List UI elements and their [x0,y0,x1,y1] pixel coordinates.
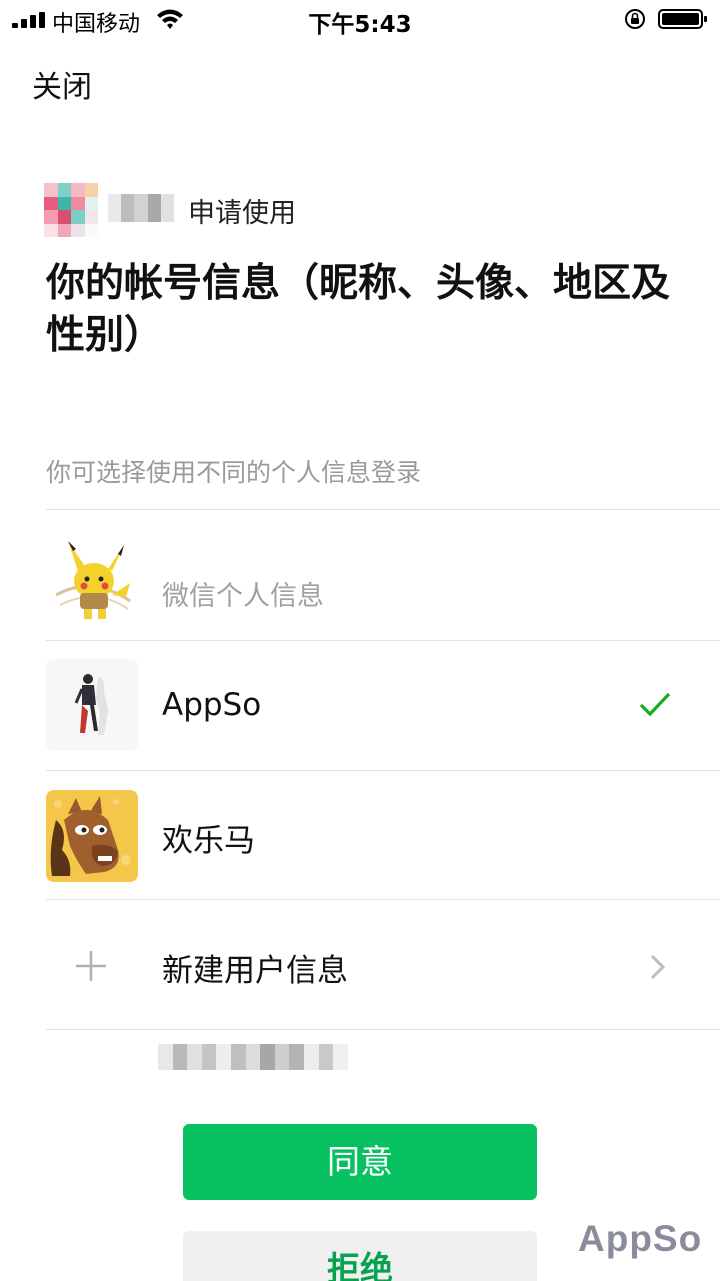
identity-option-appso[interactable]: AppSo [0,641,720,770]
status-time: 下午5:43 [308,12,412,38]
runner-avatar [46,659,138,751]
watermark-logo: AppSo [578,1218,703,1259]
identity-option-horse[interactable]: 欢乐马 [0,771,720,899]
identity-hint: 你可选择使用不同的个人信息登录 [46,458,422,487]
chevron-right-icon [650,954,666,980]
page-title: 你的帐号信息（昵称、头像、地区及性别） [46,261,671,358]
plus-icon [76,951,106,981]
status-bar: 中国移动 下午5:43 [0,0,720,40]
app-name-redacted [108,194,175,222]
pikachu-avatar [46,535,138,627]
option-sublabel: 微信个人信息 [162,581,324,612]
orientation-lock-icon [625,9,645,29]
reject-button[interactable]: 拒绝 [183,1231,537,1281]
agree-button[interactable]: 同意 [183,1124,537,1200]
check-icon [639,692,671,717]
new-user-info-row[interactable]: 新建用户信息 [0,900,720,1029]
battery-icon [658,9,707,29]
option-label: 欢乐马 [162,823,255,859]
identity-option-wechat[interactable]: 微信个人信息 [0,510,720,1070]
horse-avatar [46,790,138,882]
app-logo [44,183,98,237]
close-button[interactable]: 关闭 [32,62,92,106]
divider [46,1029,720,1030]
request-text: 申请使用 [188,198,296,229]
nickname-redacted [158,1044,348,1070]
new-user-info-label: 新建用户信息 [162,953,348,989]
option-label: AppSo [162,687,262,723]
